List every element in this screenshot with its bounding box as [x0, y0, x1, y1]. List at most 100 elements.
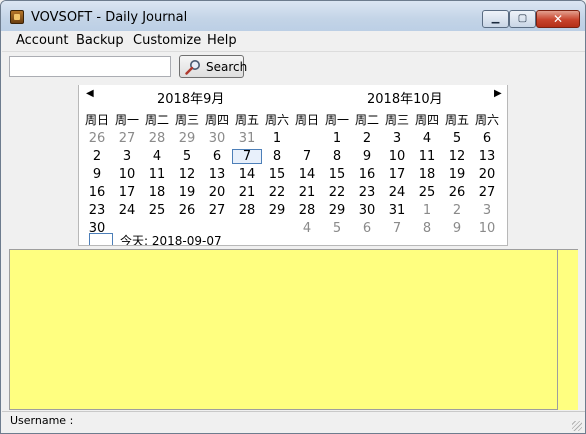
- calendar-day[interactable]: 6: [202, 149, 232, 164]
- calendar-day[interactable]: 31: [232, 131, 262, 146]
- calendar-day[interactable]: 29: [262, 203, 292, 218]
- calendar-day[interactable]: 16: [82, 185, 112, 200]
- calendar-day[interactable]: 31: [382, 203, 412, 218]
- calendar-day[interactable]: 11: [412, 149, 442, 164]
- calendar-day[interactable]: 10: [112, 167, 142, 182]
- month-calendar[interactable]: ◀ ▶ 2018年9月 2018年10月 今天: 2018-09-07 周日 周一…: [78, 85, 508, 246]
- calendar-day[interactable]: 20: [202, 185, 232, 200]
- today-label[interactable]: 今天: 2018-09-07: [120, 232, 222, 245]
- calendar-day[interactable]: 8: [322, 149, 352, 164]
- calendar-day[interactable]: 6: [472, 131, 502, 146]
- menu-customize[interactable]: Customize: [133, 33, 201, 48]
- calendar-day[interactable]: 5: [172, 149, 202, 164]
- calendar-day[interactable]: 23: [82, 203, 112, 218]
- close-button[interactable]: ✕: [536, 10, 580, 28]
- calendar-day[interactable]: 1: [412, 203, 442, 218]
- calendar-day[interactable]: 28: [292, 203, 322, 218]
- journal-editor[interactable]: [9, 249, 558, 410]
- search-button[interactable]: Search: [179, 55, 247, 78]
- calendar-day[interactable]: 2: [82, 149, 112, 164]
- calendar-day[interactable]: 8: [412, 221, 442, 236]
- calendar-day[interactable]: 4: [292, 221, 322, 236]
- calendar-day[interactable]: 28: [142, 131, 172, 146]
- calendar-day[interactable]: 9: [82, 167, 112, 182]
- minimize-button[interactable]: ▁: [482, 10, 509, 28]
- calendar-day[interactable]: 24: [112, 203, 142, 218]
- calendar-day[interactable]: 2: [352, 131, 382, 146]
- next-month-arrow-icon[interactable]: ▶: [494, 88, 502, 99]
- calendar-day[interactable]: 12: [172, 167, 202, 182]
- calendar-day[interactable]: 4: [142, 149, 172, 164]
- calendar-day[interactable]: 13: [472, 149, 502, 164]
- calendar-day[interactable]: 30: [352, 203, 382, 218]
- weekday-header: 周六: [264, 113, 289, 127]
- status-bar: Username :: [2, 411, 585, 433]
- calendar-day[interactable]: 2: [442, 203, 472, 218]
- calendar-day[interactable]: 22: [262, 185, 292, 200]
- calendar-day[interactable]: 24: [382, 185, 412, 200]
- month-title-october[interactable]: 2018年10月: [367, 88, 443, 107]
- calendar-day[interactable]: 7: [232, 149, 262, 164]
- calendar-day[interactable]: 7: [382, 221, 412, 236]
- prev-month-arrow-icon[interactable]: ◀: [86, 88, 94, 99]
- calendar-day[interactable]: 10: [382, 149, 412, 164]
- calendar-day[interactable]: 30: [202, 131, 232, 146]
- calendar-day[interactable]: 10: [472, 221, 502, 236]
- calendar-day[interactable]: 18: [142, 185, 172, 200]
- title-bar[interactable]: VOVSOFT - Daily Journal ▁ ▢ ✕: [1, 1, 585, 31]
- calendar-day[interactable]: 5: [322, 221, 352, 236]
- calendar-day[interactable]: 26: [442, 185, 472, 200]
- calendar-day[interactable]: 27: [112, 131, 142, 146]
- calendar-day[interactable]: 1: [262, 131, 292, 146]
- calendar-day[interactable]: 13: [202, 167, 232, 182]
- calendar-day[interactable]: 3: [472, 203, 502, 218]
- weekday-header: 周二: [354, 113, 379, 127]
- calendar-day[interactable]: 15: [262, 167, 292, 182]
- menu-backup[interactable]: Backup: [76, 33, 124, 48]
- calendar-day[interactable]: 29: [172, 131, 202, 146]
- calendar-day[interactable]: 12: [442, 149, 472, 164]
- calendar-day[interactable]: 3: [382, 131, 412, 146]
- calendar-day[interactable]: 29: [322, 203, 352, 218]
- calendar-day[interactable]: 25: [142, 203, 172, 218]
- calendar-day[interactable]: 11: [142, 167, 172, 182]
- search-input[interactable]: [9, 56, 171, 77]
- calendar-day[interactable]: 22: [322, 185, 352, 200]
- calendar-day[interactable]: 6: [352, 221, 382, 236]
- calendar-day[interactable]: 9: [442, 221, 472, 236]
- resize-grip-icon[interactable]: [572, 421, 582, 431]
- month-title-september[interactable]: 2018年9月: [157, 88, 224, 107]
- calendar-day[interactable]: 15: [322, 167, 352, 182]
- calendar-day[interactable]: 30: [82, 221, 112, 236]
- calendar-day[interactable]: 26: [172, 203, 202, 218]
- calendar-day[interactable]: 27: [202, 203, 232, 218]
- calendar-day[interactable]: 18: [412, 167, 442, 182]
- weekday-header: 周五: [234, 113, 259, 127]
- calendar-day[interactable]: 17: [382, 167, 412, 182]
- calendar-day[interactable]: 1: [322, 131, 352, 146]
- menu-account[interactable]: Account: [16, 33, 69, 48]
- calendar-day[interactable]: 16: [352, 167, 382, 182]
- calendar-day[interactable]: 4: [412, 131, 442, 146]
- calendar-day[interactable]: 26: [82, 131, 112, 146]
- calendar-day[interactable]: 25: [412, 185, 442, 200]
- calendar-day[interactable]: 9: [352, 149, 382, 164]
- calendar-day[interactable]: 19: [172, 185, 202, 200]
- calendar-day[interactable]: 5: [442, 131, 472, 146]
- calendar-day[interactable]: 3: [112, 149, 142, 164]
- calendar-day[interactable]: 14: [232, 167, 262, 182]
- weekday-header: 周日: [84, 113, 109, 127]
- calendar-day[interactable]: 23: [352, 185, 382, 200]
- calendar-day[interactable]: 8: [262, 149, 292, 164]
- calendar-day[interactable]: 21: [292, 185, 322, 200]
- calendar-day[interactable]: 21: [232, 185, 262, 200]
- calendar-day[interactable]: 19: [442, 167, 472, 182]
- calendar-day[interactable]: 20: [472, 167, 502, 182]
- calendar-day[interactable]: 7: [292, 149, 322, 164]
- menu-help[interactable]: Help: [207, 33, 237, 48]
- calendar-day[interactable]: 14: [292, 167, 322, 182]
- calendar-day[interactable]: 28: [232, 203, 262, 218]
- maximize-button[interactable]: ▢: [509, 10, 536, 28]
- calendar-day[interactable]: 27: [472, 185, 502, 200]
- calendar-day[interactable]: 17: [112, 185, 142, 200]
